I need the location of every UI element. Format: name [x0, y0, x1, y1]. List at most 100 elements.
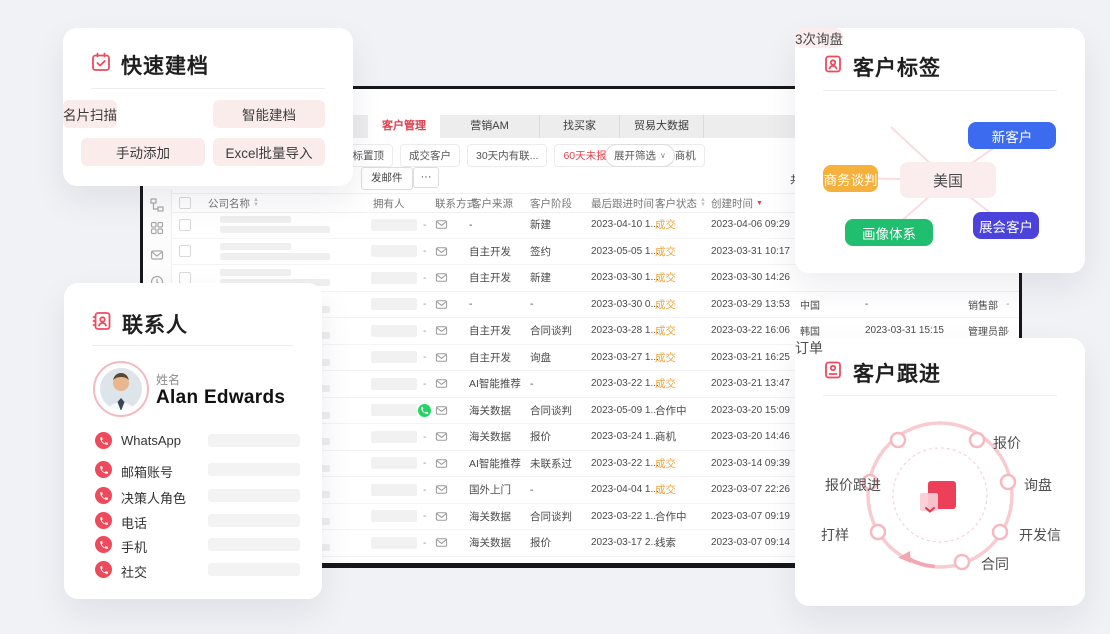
more-actions-button[interactable]: ··· [413, 167, 439, 188]
cell-phone: - [423, 239, 427, 265]
customer-tag[interactable]: 美国 [900, 162, 996, 198]
quick-create-button[interactable]: 名片扫描 [63, 100, 117, 128]
quick-create-button[interactable]: Excel批量导入 [213, 138, 325, 166]
quick-create-button[interactable]: 手动添加 [81, 138, 205, 166]
mail-icon[interactable] [435, 398, 448, 424]
mail-icon[interactable] [435, 424, 448, 450]
customer-tag[interactable]: 商务谈判 [823, 165, 878, 192]
mail-icon[interactable] [435, 504, 448, 530]
grid-icon[interactable] [150, 221, 164, 235]
contact-card: 联系人 姓名 Alan Edwards 邮箱账号 [64, 283, 322, 599]
column-label: 客户状态 [655, 196, 697, 211]
cell-status: 线索 [655, 530, 676, 556]
mail-icon[interactable] [435, 557, 448, 569]
mail-icon[interactable] [435, 239, 448, 265]
owner-placeholder [371, 265, 417, 291]
cell-status: 合作中 [655, 398, 687, 424]
cell-status: 成交 [655, 371, 676, 397]
cell-phone: - [423, 318, 427, 344]
owner-placeholder [371, 371, 417, 397]
tab[interactable]: 贸易大数据 [620, 115, 704, 138]
column-label: 创建时间 [711, 196, 753, 211]
column-header[interactable]: 公司名称 ▲▼ [208, 194, 259, 212]
mail-icon[interactable] [435, 265, 448, 291]
cell-last-follow-time: 2023-05-09 1... [591, 398, 659, 424]
cell-status: 成交 [655, 212, 676, 238]
cell-last-follow-time: 2023-03-22 1... [591, 504, 659, 530]
mail-icon[interactable] [435, 371, 448, 397]
customer-tag[interactable]: 3次询盘 [795, 28, 843, 48]
cell-last-follow-time: 2023-03-30 1... [591, 265, 659, 291]
mail-icon[interactable] [435, 212, 448, 238]
row-checkbox[interactable] [179, 212, 191, 238]
select-all-checkbox[interactable] [179, 194, 191, 212]
cell-status: 成交 [655, 292, 676, 318]
cell-status: 成交 [655, 477, 676, 503]
field-icon [95, 512, 112, 529]
field-value-placeholder[interactable] [208, 538, 300, 551]
cell-phone: - [423, 371, 427, 397]
column-header[interactable]: 最后跟进时间 ▲▼ [591, 194, 663, 212]
cell-last-follow-time: 2023-04-10 1... [591, 212, 659, 238]
cell-source: 海关数据 [469, 398, 511, 424]
field-icon [95, 461, 112, 478]
sort-icon: ▲▼ [700, 198, 706, 208]
cell-created-time: 2023-03-20 15:09 [711, 398, 790, 424]
field-value-placeholder[interactable] [208, 514, 300, 527]
row-checkbox[interactable] [179, 239, 191, 265]
cell-last-follow-time: 2023-03-03 1... [591, 557, 659, 569]
mail-icon[interactable] [435, 477, 448, 503]
field-value-placeholder[interactable] [208, 563, 300, 576]
org-tree-icon[interactable] [150, 198, 164, 212]
customer-tag[interactable]: 展会客户 [973, 212, 1039, 239]
cell-created-time: 2023-03-21 13:47 [711, 371, 790, 397]
mail-icon[interactable] [435, 345, 448, 371]
send-email-button[interactable]: 发邮件 [361, 167, 413, 190]
tab[interactable]: 营销AM [440, 115, 540, 138]
mail-icon[interactable] [435, 292, 448, 318]
avatar-photo [99, 367, 143, 411]
owner-placeholder [371, 212, 417, 238]
customer-tag[interactable]: 新客户 [968, 122, 1056, 149]
column-header[interactable]: 客户状态 ▲▼ [655, 194, 706, 212]
field-value-placeholder[interactable] [208, 463, 300, 476]
tab[interactable]: 找买家 [540, 115, 620, 138]
divider [91, 88, 325, 89]
card-title: 快速建档 [121, 50, 209, 80]
cell-phone: - [423, 265, 427, 291]
tab[interactable]: 客户管理 [368, 115, 440, 138]
field-label: 手机 [121, 537, 147, 556]
mail-icon[interactable] [435, 451, 448, 477]
field-value-placeholder[interactable] [208, 434, 300, 447]
cell-source: - [469, 212, 473, 238]
whatsapp-icon[interactable] [418, 398, 431, 424]
mail-icon[interactable] [435, 530, 448, 556]
column-header[interactable]: 创建时间 ▲▼ [711, 194, 763, 212]
cell-stage: - [530, 477, 534, 503]
column-header[interactable]: 客户阶段 ▲▼ [530, 194, 572, 212]
customer-tag[interactable]: 画像体系 [845, 219, 933, 246]
field-value-placeholder[interactable] [208, 489, 300, 502]
follow-step-label: 合同 [981, 554, 1009, 574]
cell-last-follow-time: 2023-04-04 1... [591, 477, 659, 503]
expand-filter-button[interactable]: 展开筛选 ∨ [605, 144, 675, 167]
filter-chip[interactable]: 成交客户 [400, 144, 460, 167]
cell-source: 海关数据 [469, 424, 511, 450]
quick-create-button[interactable]: 智能建档 [213, 100, 325, 128]
mail-icon[interactable] [150, 248, 164, 262]
name-label: 姓名 [156, 371, 180, 388]
owner-placeholder [371, 239, 417, 265]
cell-status: 成交 [655, 265, 676, 291]
owner-placeholder [371, 345, 417, 371]
column-header[interactable]: 客户来源 ▲▼ [471, 194, 513, 212]
column-header[interactable]: 拥有人 ▲▼ [373, 194, 405, 212]
filter-chip[interactable]: 30天内有联... [467, 144, 547, 167]
mail-icon[interactable] [435, 318, 448, 344]
follow-up-card: 客户跟进 报价 [795, 338, 1085, 606]
company-name-placeholder [220, 239, 330, 265]
divider [92, 345, 294, 346]
expand-filter-label: 展开筛选 [614, 148, 656, 163]
cell-phone: - [423, 530, 427, 556]
column-label: 最后跟进时间 [591, 196, 654, 211]
cell-source: 国外上门 [469, 477, 511, 503]
